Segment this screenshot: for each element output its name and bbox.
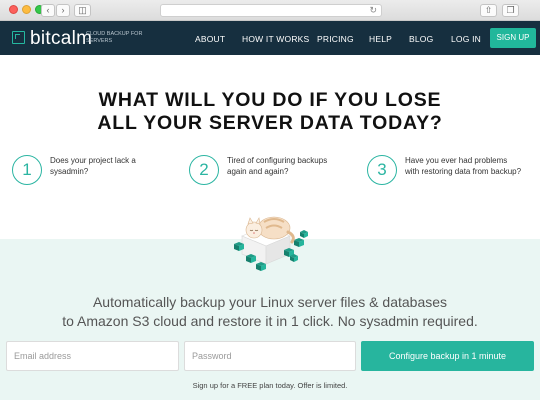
free-plan-note: Sign up for a FREE plan today. Offer is … xyxy=(192,381,348,390)
headline-line-2: ALL YOUR SERVER DATA TODAY? xyxy=(97,112,443,134)
number-circle: 1 xyxy=(12,155,42,185)
headline-line-1: WHAT WILL YOU DO IF YOU LOSE xyxy=(98,89,442,111)
logo-text[interactable]: bitcalm xyxy=(30,28,92,50)
nav-about[interactable]: ABOUT xyxy=(195,34,225,44)
minimize-window-button[interactable] xyxy=(22,5,31,14)
cat-server-illustration xyxy=(234,216,308,271)
pitch-line-1: Automatically backup your Linux server f… xyxy=(92,294,448,310)
nav-how-it-works[interactable]: HOW IT WORKS xyxy=(242,34,309,44)
address-bar[interactable]: ↻ xyxy=(160,4,382,17)
number-circle: 2 xyxy=(189,155,219,185)
nav-pricing[interactable]: PRICING xyxy=(317,34,354,44)
nav-blog[interactable]: BLOG xyxy=(409,34,433,44)
product-pitch: Automatically backup your Linux server f… xyxy=(0,293,540,330)
logo-icon xyxy=(12,31,25,44)
number-circle: 3 xyxy=(367,155,397,185)
pitch-line-2: to Amazon S3 cloud and restore it in 1 c… xyxy=(62,312,478,329)
reload-icon[interactable]: ↻ xyxy=(369,5,377,16)
question-text: Does your project lack a sysadmin? xyxy=(50,156,136,176)
tabs-icon[interactable]: ❐ xyxy=(502,4,519,17)
sidebar-icon[interactable]: ◫ xyxy=(74,4,91,17)
email-field[interactable] xyxy=(7,342,178,370)
question-text: Tired of configuring backups again and a… xyxy=(227,156,328,176)
site-header: bitcalm CLOUD BACKUP FOR SERVERS ABOUT H… xyxy=(0,21,540,55)
share-icon[interactable]: ⇧ xyxy=(480,4,497,17)
configure-backup-button[interactable]: Configure backup in 1 minute xyxy=(361,341,534,371)
chevron-left-icon[interactable]: ‹ xyxy=(41,4,55,17)
browser-toolbar: ‹ › ◫ ↻ ⇧ ❐ xyxy=(0,0,540,21)
nav-log-in[interactable]: LOG IN xyxy=(451,34,481,44)
chevron-right-icon[interactable]: › xyxy=(56,4,70,17)
logo-tagline: CLOUD BACKUP FOR SERVERS xyxy=(86,31,143,44)
question-text: Have you ever had problems with restorin… xyxy=(405,156,522,176)
email-field-wrapper xyxy=(6,341,179,371)
sign-up-button[interactable]: SIGN UP xyxy=(490,28,536,48)
close-window-button[interactable] xyxy=(9,5,18,14)
password-field[interactable] xyxy=(185,342,355,370)
nav-help[interactable]: HELP xyxy=(369,34,392,44)
page-headline: WHAT WILL YOU DO IF YOU LOSE ALL YOUR SE… xyxy=(0,89,540,135)
password-field-wrapper xyxy=(184,341,356,371)
